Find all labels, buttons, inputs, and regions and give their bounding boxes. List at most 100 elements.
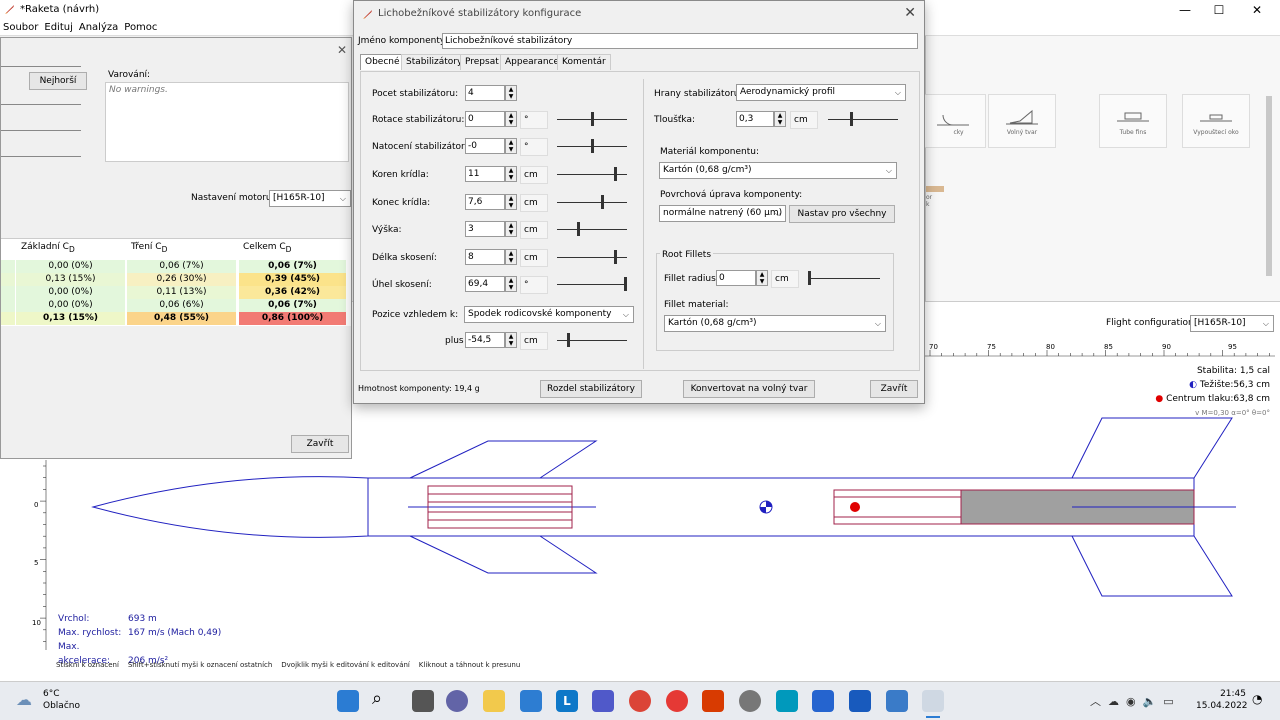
field-spinner[interactable]: ▲ ▼	[505, 221, 517, 237]
field-spinner[interactable]: ▲ ▼	[505, 276, 517, 292]
offset-slider[interactable]	[557, 332, 627, 348]
field-input[interactable]: 3	[465, 221, 505, 237]
field-unit[interactable]: °	[520, 276, 548, 294]
field-unit[interactable]: cm	[520, 166, 548, 184]
fillet-radius-input[interactable]: 0	[716, 270, 756, 286]
tile-partial-2[interactable]: or k	[926, 186, 946, 226]
chrome-icon[interactable]	[629, 690, 651, 712]
menu-help[interactable]: Pomoc	[121, 20, 160, 35]
tab-fins[interactable]: Stabilizátory	[401, 54, 468, 70]
media-player-icon[interactable]	[666, 690, 688, 712]
task-view-icon[interactable]	[412, 690, 434, 712]
field-input[interactable]: 11	[465, 166, 505, 182]
clock[interactable]: 21:45 15.04.2022	[1196, 688, 1248, 712]
motor-config-select[interactable]: [H165R-10] ⌵	[269, 190, 351, 207]
teams-icon[interactable]	[592, 690, 614, 712]
weather-icon[interactable]: ☁	[16, 690, 32, 709]
menu-file[interactable]: Soubor	[0, 20, 41, 35]
todo-check-icon[interactable]	[812, 690, 834, 712]
system-tray-icons[interactable]: ︿ ☁ ◉ 🔈 ▭	[1090, 693, 1174, 709]
table-row[interactable]: 0,13 (15%) 0,26 (30%) 0,39 (45%)	[1, 273, 351, 286]
field-unit[interactable]: cm	[520, 194, 548, 212]
tab-appearance[interactable]: Appearance	[500, 54, 565, 70]
menu-edit[interactable]: Edituj	[41, 20, 75, 35]
material-select[interactable]: Kartón (0,68 g/cm³) ⌵	[659, 162, 897, 179]
field-slider[interactable]	[557, 276, 627, 292]
field-spinner[interactable]: ▲ ▼	[505, 249, 517, 265]
field-spinner[interactable]: ▲ ▼	[505, 194, 517, 210]
field-input[interactable]: 69,4	[465, 276, 505, 292]
thickness-input[interactable]: 0,3	[736, 111, 774, 127]
openrocket-icon[interactable]	[922, 690, 944, 712]
finish-select[interactable]: normálne natrený (60 μm) ⌵	[659, 205, 786, 222]
offset-unit[interactable]: cm	[520, 332, 548, 350]
field-unit[interactable]: °	[520, 111, 548, 129]
fillet-radius-spinner[interactable]: ▲ ▼	[756, 270, 768, 286]
minimize-button[interactable]: —	[1168, 0, 1202, 20]
tab-override[interactable]: Prepsat	[460, 54, 504, 70]
weather-widget[interactable]: 6°C Oblačno	[43, 688, 80, 712]
table-row[interactable]: 0,00 (0%) 0,06 (6%) 0,06 (7%)	[1, 299, 351, 312]
store-icon[interactable]	[520, 690, 542, 712]
chat-icon[interactable]	[446, 690, 468, 712]
close-icon[interactable]: ✕	[337, 43, 347, 57]
field-spinner[interactable]: ▲ ▼	[505, 111, 517, 127]
convert-freeform-button[interactable]: Konvertovat na volný tvar	[683, 380, 815, 398]
thickness-slider[interactable]	[828, 111, 898, 127]
tab-general[interactable]: Obecné	[360, 54, 405, 70]
photos-icon[interactable]	[886, 690, 908, 712]
l-app-icon[interactable]: L	[556, 690, 578, 712]
fin-dialog-close-button[interactable]: Zavřít	[870, 380, 918, 398]
field-input[interactable]: 0	[465, 111, 505, 127]
settings-gear-icon[interactable]	[739, 690, 761, 712]
field-slider[interactable]	[557, 166, 627, 182]
flight-config-select[interactable]: [H165R-10] ⌵	[1190, 315, 1274, 332]
panel-scrollbar[interactable]	[1266, 96, 1272, 276]
table-row[interactable]: 0,00 (0%) 0,11 (13%) 0,36 (42%)	[1, 286, 351, 299]
offset-spinner[interactable]: ▲ ▼	[505, 332, 517, 348]
field-input[interactable]: 4	[465, 85, 505, 101]
field-spinner[interactable]: ▲ ▼	[505, 166, 517, 182]
field-unit[interactable]: °	[520, 138, 548, 156]
field-unit[interactable]: cm	[520, 221, 548, 239]
tile-partial[interactable]: cky	[920, 94, 986, 148]
start-icon[interactable]	[337, 690, 359, 712]
fillet-material-select[interactable]: Kartón (0,68 g/cm³) ⌵	[664, 315, 886, 332]
tab-comment[interactable]: Komentár	[557, 54, 611, 70]
table-row[interactable]: 0,13 (15%) 0,48 (55%) 0,86 (100%)	[1, 312, 351, 325]
field-unit[interactable]: cm	[520, 249, 548, 267]
analysis-close-button[interactable]: Zavřít	[291, 435, 349, 453]
app-icon[interactable]	[776, 690, 798, 712]
position-select[interactable]: Spodek rodicovské komponenty ⌵	[464, 306, 634, 323]
field-spinner[interactable]: ▲ ▼	[505, 138, 517, 154]
tile-tube-fins[interactable]: Tube fins	[1099, 94, 1167, 148]
field-slider[interactable]	[557, 249, 627, 265]
edges-select[interactable]: Aerodynamický profil ⌵	[736, 84, 906, 101]
field-slider[interactable]	[557, 138, 627, 154]
fillet-radius-slider[interactable]	[808, 270, 880, 286]
notifications-icon[interactable]: ◔	[1252, 692, 1262, 706]
worst-button[interactable]: Nejhorší	[29, 72, 87, 90]
fillet-radius-unit[interactable]: cm	[771, 270, 799, 288]
office-icon[interactable]	[702, 690, 724, 712]
field-input[interactable]: 7,6	[465, 194, 505, 210]
file-explorer-icon[interactable]	[483, 690, 505, 712]
tile-freeform-fins[interactable]: Volný tvar	[988, 94, 1056, 148]
thickness-unit[interactable]: cm	[790, 111, 818, 129]
search-icon[interactable]: ⌕	[372, 688, 382, 709]
field-input[interactable]: 8	[465, 249, 505, 265]
component-name-input[interactable]: Lichobežníkové stabilizátory	[442, 33, 918, 49]
set-all-button[interactable]: Nastav pro všechny	[789, 205, 895, 223]
offset-input[interactable]: -54,5	[465, 332, 505, 348]
word-icon[interactable]	[849, 690, 871, 712]
split-fins-button[interactable]: Rozdel stabilizátory	[540, 380, 642, 398]
field-input[interactable]: -0	[465, 138, 505, 154]
field-slider[interactable]	[557, 194, 627, 210]
menu-analysis[interactable]: Analýza	[76, 20, 121, 35]
field-spinner[interactable]: ▲ ▼	[505, 85, 517, 101]
tile-launch-lug[interactable]: Vypouštecí oko	[1182, 94, 1250, 148]
close-window-button[interactable]: ✕	[1240, 0, 1274, 20]
close-icon[interactable]: ✕	[904, 5, 916, 21]
thickness-spinner[interactable]: ▲ ▼	[774, 111, 786, 127]
field-slider[interactable]	[557, 111, 627, 127]
